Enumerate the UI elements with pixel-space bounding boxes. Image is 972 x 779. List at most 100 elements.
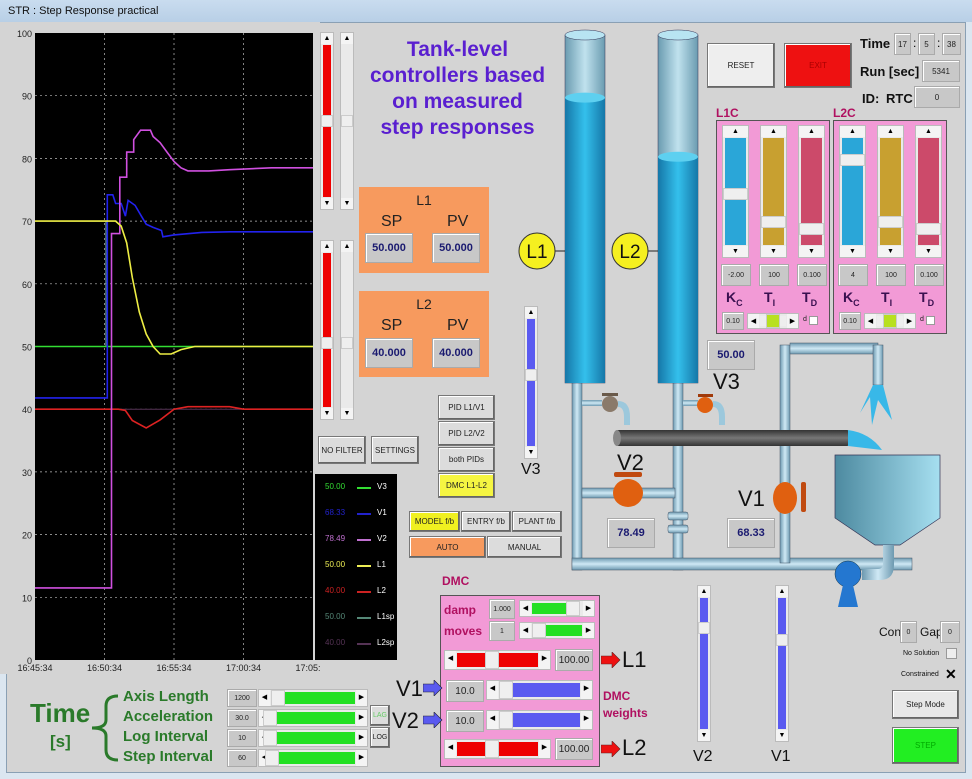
l1c-td-slider[interactable]: ▲ ▼	[798, 125, 825, 258]
dmc-l1-l2-button[interactable]: DMC L1-L2	[438, 473, 495, 498]
slider-thumb[interactable]	[840, 154, 865, 166]
arrow-up-icon[interactable]: ▲	[878, 126, 903, 137]
slider-thumb[interactable]	[723, 188, 748, 200]
time-row-slider[interactable]: ◀▶	[258, 729, 368, 747]
arrow-down-icon[interactable]: ▼	[916, 246, 941, 257]
arrow-right-icon[interactable]: ▶	[583, 601, 594, 616]
arrow-down-icon[interactable]: ▼	[321, 198, 333, 209]
pid-l2v2-button[interactable]: PID L2/V2	[438, 421, 495, 446]
slider-thumb[interactable]	[916, 223, 941, 235]
slider-thumb[interactable]	[698, 622, 710, 634]
arrow-down-icon[interactable]: ▼	[723, 246, 748, 257]
l2c-kc-slider[interactable]: ▲ ▼	[839, 125, 866, 258]
slider-thumb[interactable]	[263, 730, 277, 746]
v2-weight-slider[interactable]: ◀ ▶	[486, 710, 593, 730]
l2-weight-slider[interactable]: ◀ ▶	[444, 739, 551, 759]
arrow-left-icon[interactable]: ◀	[865, 314, 876, 328]
slider-thumb[interactable]	[265, 750, 279, 766]
auto-button[interactable]: AUTO	[409, 536, 486, 558]
l2-pv-slider[interactable]: ▲ ▼	[340, 240, 354, 420]
arrow-up-icon[interactable]: ▲	[761, 126, 786, 137]
arrow-up-icon[interactable]: ▲	[321, 33, 333, 44]
slider-thumb[interactable]	[761, 216, 786, 228]
l2-sp-value[interactable]: 40.000	[365, 338, 413, 368]
arrow-right-icon[interactable]: ▶	[356, 730, 367, 746]
log-button[interactable]: LOG	[370, 727, 390, 748]
both-pids-button[interactable]: both PIDs	[438, 447, 495, 472]
settings-button[interactable]: SETTINGS	[371, 436, 419, 464]
arrow-up-icon[interactable]: ▲	[776, 586, 788, 597]
l1c-d-checkbox[interactable]	[809, 316, 818, 325]
slider-thumb[interactable]	[766, 314, 780, 328]
slider-thumb[interactable]	[271, 690, 285, 706]
l1c-filter-slider[interactable]: ◀ ▶	[747, 313, 799, 329]
l1-sp-slider[interactable]: ▲ ▼	[320, 32, 334, 210]
slider-thumb[interactable]	[341, 337, 353, 349]
l1c-ti-slider[interactable]: ▲ ▼	[760, 125, 787, 258]
slider-thumb[interactable]	[321, 337, 333, 349]
arrow-right-icon[interactable]: ▶	[581, 711, 592, 729]
arrow-left-icon[interactable]: ◀	[487, 711, 498, 729]
v1-weight-slider[interactable]: ◀ ▶	[486, 680, 593, 700]
arrow-right-icon[interactable]: ▶	[356, 690, 367, 706]
l2c-ti-slider[interactable]: ▲ ▼	[877, 125, 904, 258]
l2c-filter-slider[interactable]: ◀ ▶	[864, 313, 916, 329]
reset-button[interactable]: RESET	[707, 43, 775, 88]
arrow-down-icon[interactable]: ▼	[840, 246, 865, 257]
constrained-checkbox-x-icon[interactable]: ✕	[945, 666, 957, 683]
arrow-down-icon[interactable]: ▼	[341, 408, 353, 419]
l2c-d-checkbox[interactable]	[926, 316, 935, 325]
arrow-left-icon[interactable]: ◀	[445, 740, 456, 758]
exit-button[interactable]: EXIT	[784, 43, 852, 88]
arrow-up-icon[interactable]: ▲	[341, 241, 353, 252]
slider-thumb[interactable]	[776, 634, 788, 646]
arrow-right-icon[interactable]: ▶	[583, 623, 594, 638]
l1c-kc-slider[interactable]: ▲ ▼	[722, 125, 749, 258]
l2c-td-slider[interactable]: ▲ ▼	[915, 125, 942, 258]
entry-fb-button[interactable]: ENTRY f/b	[461, 511, 511, 532]
slider-thumb[interactable]	[878, 216, 903, 228]
arrow-down-icon[interactable]: ▼	[761, 246, 786, 257]
slider-thumb[interactable]	[532, 623, 546, 638]
arrow-down-icon[interactable]: ▼	[799, 246, 824, 257]
moves-slider[interactable]: ◀ ▶	[519, 622, 595, 639]
time-row-slider[interactable]: ◀▶	[258, 709, 368, 727]
arrow-up-icon[interactable]: ▲	[341, 33, 353, 44]
l1-weight-slider[interactable]: ◀ ▶	[444, 650, 551, 670]
no-solution-checkbox[interactable]	[946, 648, 957, 659]
slider-thumb[interactable]	[485, 651, 499, 669]
arrow-down-icon[interactable]: ▼	[698, 730, 710, 741]
v1-slider[interactable]: ▲ ▼	[775, 585, 789, 742]
arrow-down-icon[interactable]: ▼	[878, 246, 903, 257]
l1-sp-value[interactable]: 50.000	[365, 233, 413, 263]
slider-thumb[interactable]	[566, 601, 580, 616]
slider-thumb[interactable]	[263, 710, 277, 726]
v2-slider[interactable]: ▲ ▼	[697, 585, 711, 742]
arrow-right-icon[interactable]: ▶	[356, 750, 367, 766]
time-row-slider[interactable]: ◀▶	[258, 749, 368, 767]
pid-l1v1-button[interactable]: PID L1/V1	[438, 395, 495, 420]
arrow-left-icon[interactable]: ◀	[445, 651, 456, 669]
arrow-up-icon[interactable]: ▲	[698, 586, 710, 597]
arrow-left-icon[interactable]: ◀	[259, 690, 270, 706]
arrow-right-icon[interactable]: ▶	[581, 681, 592, 699]
l2-sp-slider[interactable]: ▲ ▼	[320, 240, 334, 420]
no-filter-button[interactable]: NO FILTER	[318, 436, 366, 464]
arrow-right-icon[interactable]: ▶	[787, 314, 798, 328]
damp-slider[interactable]: ◀ ▶	[519, 600, 595, 617]
l1-pv-slider[interactable]: ▲ ▼	[340, 32, 354, 210]
arrow-up-icon[interactable]: ▲	[840, 126, 865, 137]
step-mode-button[interactable]: Step Mode	[892, 690, 959, 719]
arrow-right-icon[interactable]: ▶	[356, 710, 367, 726]
arrow-up-icon[interactable]: ▲	[916, 126, 941, 137]
slider-thumb[interactable]	[499, 711, 513, 729]
arrow-down-icon[interactable]: ▼	[321, 408, 333, 419]
arrow-right-icon[interactable]: ▶	[539, 651, 550, 669]
arrow-left-icon[interactable]: ◀	[520, 623, 531, 638]
slider-thumb[interactable]	[799, 223, 824, 235]
model-fb-button[interactable]: MODEL f/b	[409, 511, 460, 532]
time-row-slider[interactable]: ◀▶	[258, 689, 368, 707]
arrow-up-icon[interactable]: ▲	[799, 126, 824, 137]
arrow-down-icon[interactable]: ▼	[341, 198, 353, 209]
lag-button[interactable]: LAG	[370, 705, 390, 726]
